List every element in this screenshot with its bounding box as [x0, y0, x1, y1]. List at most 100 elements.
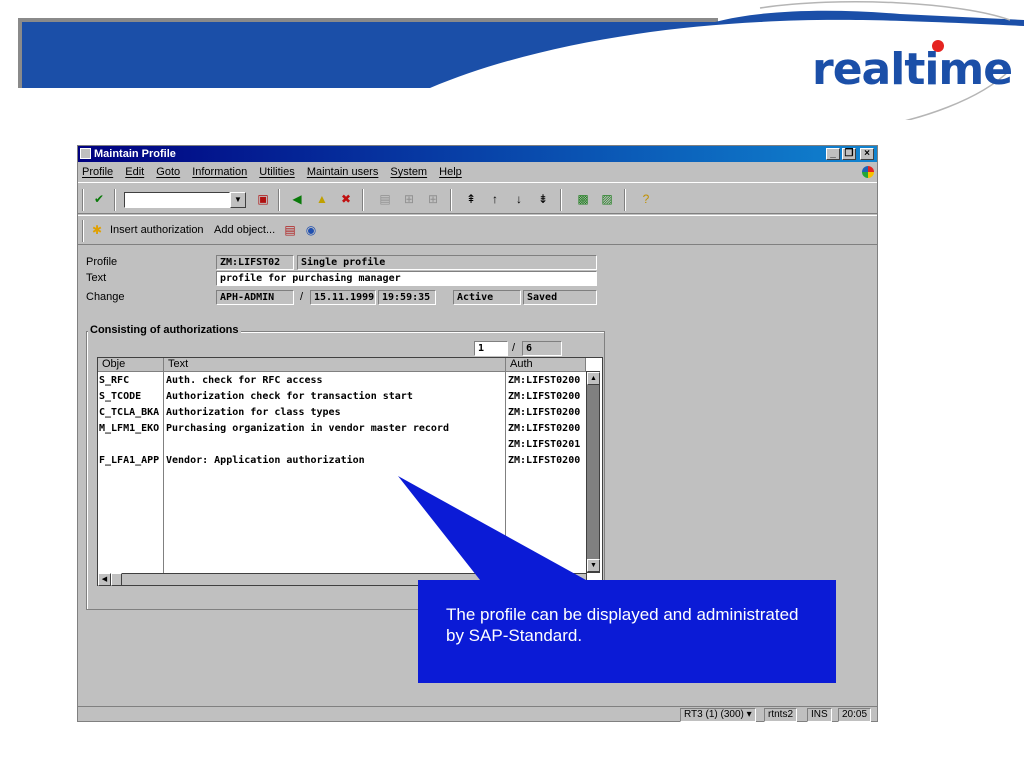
exit-icon[interactable]: ▲	[315, 192, 329, 206]
realtime-logo: realtime	[812, 44, 1013, 95]
menu-profile[interactable]: Profile	[82, 166, 113, 178]
profile-label: Profile	[86, 256, 118, 268]
authorizations-group-title: Consisting of authorizations	[88, 324, 241, 336]
system-info-dropdown[interactable]: RT3 (1) (300) ▾	[680, 708, 756, 722]
row-object	[99, 437, 163, 452]
page-current-input[interactable]: 1	[474, 341, 508, 356]
row-auth[interactable]: ZM:LIFST0200	[508, 421, 586, 436]
window-title: Maintain Profile	[94, 148, 176, 160]
menu-help[interactable]: Help	[439, 166, 462, 178]
insert-authorization-button[interactable]: Insert authorization	[110, 224, 204, 236]
row-auth[interactable]: ZM:LIFST0200	[508, 405, 586, 420]
maximize-button[interactable]: ❐	[842, 148, 856, 160]
find-icon[interactable]: ⊞	[402, 192, 416, 206]
authorizations-table: Obje Text Auth S_RFC Auth. check for RFC…	[97, 357, 603, 584]
row-auth[interactable]: ZM:LIFST0201	[508, 437, 586, 452]
next-page-icon[interactable]: ↓	[512, 192, 526, 206]
menu-system[interactable]: System	[390, 166, 427, 178]
insert-mode-field: INS	[807, 708, 832, 722]
profile-field: ZM:LIFST02	[216, 255, 294, 270]
toolbar-separator	[560, 189, 562, 211]
callout-text: The profile can be displayed and adminis…	[446, 605, 799, 645]
last-page-icon[interactable]: ⇟	[536, 192, 550, 206]
toolbar-separator	[114, 189, 116, 211]
change-time-field: 19:59:35	[378, 290, 436, 305]
table-vertical-scrollbar[interactable]: ▲ ▼	[586, 371, 600, 573]
toolbar-separator	[278, 189, 280, 211]
column-header-object[interactable]: Obje	[98, 358, 164, 372]
add-object-icon[interactable]: ▤	[283, 223, 297, 237]
shortcut-icon[interactable]: ▨	[600, 192, 614, 206]
change-label: Change	[86, 291, 125, 303]
row-text: Purchasing organization in vendor master…	[166, 423, 449, 434]
toolbar-separator	[82, 189, 84, 211]
clock-field: 20:05	[838, 708, 872, 722]
toolbar-separator	[450, 189, 452, 211]
prev-page-icon[interactable]: ↑	[488, 192, 502, 206]
window-titlebar: Maintain Profile _ ❐ ×	[78, 146, 877, 162]
column-divider	[505, 372, 506, 583]
menu-goto[interactable]: Goto	[156, 166, 180, 178]
scroll-left-icon[interactable]: ◀	[98, 573, 111, 586]
profile-text-input[interactable]: profile for purchasing manager	[216, 271, 597, 286]
row-auth[interactable]: ZM:LIFST0200	[508, 389, 586, 404]
change-date-field: 15.11.1999	[310, 290, 376, 305]
scroll-thumb[interactable]	[111, 573, 122, 586]
row-text	[166, 437, 504, 452]
save-icon[interactable]: ▣	[256, 192, 270, 206]
standard-toolbar: ✔ ▼ ▣ ◀ ▲ ✖ ▤ ⊞ ⊞ ⇞ ↑ ↓ ⇟ ▩ ▨ ?	[78, 182, 877, 214]
menu-information[interactable]: Information	[192, 166, 247, 178]
row-auth[interactable]: ZM:LIFST0200	[508, 373, 586, 388]
column-header-text[interactable]: Text	[164, 358, 506, 372]
row-object: M_LFM1_EKO	[99, 423, 160, 434]
command-field[interactable]	[124, 192, 230, 208]
find-next-icon[interactable]: ⊞	[426, 192, 440, 206]
close-button[interactable]: ×	[860, 148, 874, 160]
row-text: Auth. check for RFC access	[166, 375, 323, 386]
add-object-button[interactable]: Add object...	[214, 224, 275, 236]
back-icon[interactable]: ◀	[290, 192, 304, 206]
menu-maintain-users[interactable]: Maintain users	[307, 166, 379, 178]
page-total-field: 6	[522, 341, 562, 356]
enter-icon[interactable]: ✔	[92, 192, 106, 206]
server-field: rtnts2	[764, 708, 798, 722]
status-active-field: Active	[453, 290, 521, 305]
toolbar-separator	[362, 189, 364, 211]
help-icon[interactable]: ?	[639, 192, 653, 206]
row-object: F_LFA1_APP	[99, 455, 160, 466]
profile-type-field: Single profile	[297, 255, 597, 270]
menu-bar: Profile Edit Goto Information Utilities …	[78, 163, 877, 181]
page-separator: /	[512, 342, 516, 354]
toolbar-separator	[82, 220, 84, 242]
sap-logo-icon	[862, 166, 874, 178]
change-separator: /	[300, 291, 304, 303]
text-label: Text	[86, 272, 107, 284]
row-auth[interactable]: ZM:LIFST0200	[508, 453, 586, 468]
display-object-icon[interactable]: ◉	[304, 223, 318, 237]
cancel-icon[interactable]: ✖	[339, 192, 353, 206]
row-text: Authorization for class types	[166, 407, 341, 418]
print-icon[interactable]: ▤	[378, 192, 392, 206]
command-dropdown-icon[interactable]: ▼	[230, 192, 246, 208]
minimize-button[interactable]: _	[826, 148, 840, 160]
new-session-icon[interactable]: ▩	[576, 192, 590, 206]
row-object: S_TCODE	[99, 391, 142, 402]
sap-window-icon	[80, 148, 91, 159]
column-header-auth[interactable]: Auth	[506, 358, 586, 372]
changed-by-field: APH-ADMIN	[216, 290, 294, 305]
callout-box: The profile can be displayed and adminis…	[418, 580, 836, 683]
status-bar: RT3 (1) (300) ▾ rtnts2 INS 20:05	[78, 706, 877, 722]
row-text: Vendor: Application authorization	[166, 455, 365, 466]
menu-utilities[interactable]: Utilities	[259, 166, 294, 178]
application-toolbar: ✱ Insert authorization Add object... ▤ ◉	[78, 215, 877, 245]
toolbar-separator	[624, 189, 626, 211]
status-saved-field: Saved	[523, 290, 597, 305]
menu-edit[interactable]: Edit	[125, 166, 144, 178]
row-object: S_RFC	[99, 375, 130, 386]
scroll-up-icon[interactable]: ▲	[587, 372, 600, 385]
first-page-icon[interactable]: ⇞	[464, 192, 478, 206]
row-object: C_TCLA_BKA	[99, 407, 160, 418]
row-text: Authorization check for transaction star…	[166, 391, 413, 402]
scroll-down-icon[interactable]: ▼	[587, 559, 600, 572]
insert-authorization-icon[interactable]: ✱	[90, 223, 104, 237]
